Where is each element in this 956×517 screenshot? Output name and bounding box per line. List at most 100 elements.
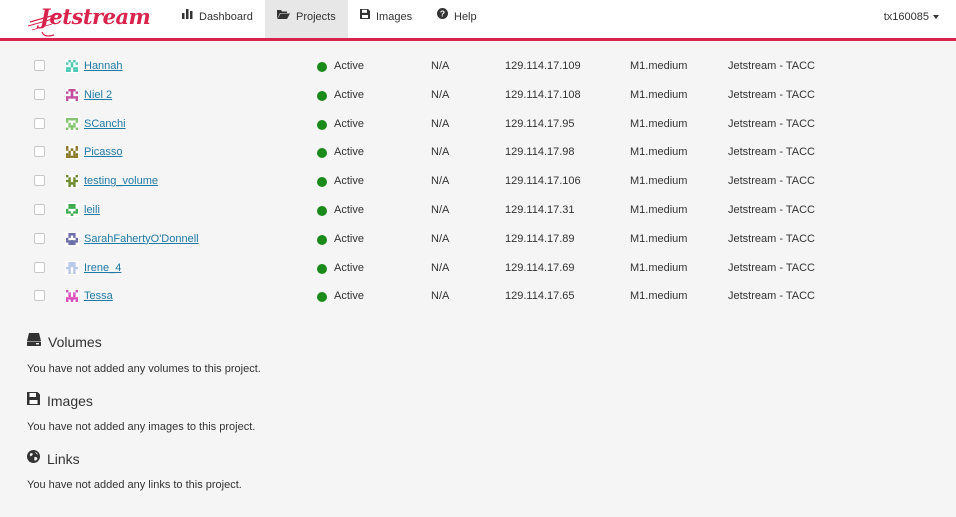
instance-provider: Jetstream - TACC <box>728 204 815 216</box>
volumes-heading: Volumes <box>27 333 102 351</box>
instance-name-link[interactable]: Tessa <box>84 290 113 302</box>
instance-row: SCanchi Active N/A 129.114.17.95 M1.medium Je… <box>0 116 956 148</box>
nav-help-label: Help <box>454 11 477 23</box>
instance-status: Active <box>334 146 364 159</box>
status-active-dot-icon <box>317 62 327 72</box>
instance-ip-address: 129.114.17.95 <box>505 117 575 130</box>
instance-provider: Jetstream - TACC <box>728 290 815 303</box>
row-select-checkbox[interactable] <box>34 290 45 302</box>
instance-status: Active <box>334 261 364 274</box>
nav-dashboard-label: Dashboard <box>199 11 253 23</box>
instance-name-link[interactable]: Irene_4 <box>84 262 121 274</box>
instance-ip-address: 129.114.17.69 <box>505 261 575 274</box>
instance-provider: Jetstream - TACC <box>728 232 815 245</box>
instance-identicon-icon <box>65 145 79 160</box>
row-select-checkbox[interactable] <box>34 232 45 244</box>
status-active-dot-icon <box>317 263 327 274</box>
status-active-dot-icon <box>317 148 327 159</box>
row-select-checkbox[interactable] <box>34 117 45 129</box>
instance-size: M1.medium <box>630 261 688 274</box>
instance-identicon-icon <box>65 59 79 73</box>
instance-status: Active <box>334 117 364 130</box>
instance-ipv6: N/A <box>431 146 450 159</box>
instance-ipv6: N/A <box>431 232 450 245</box>
status-active-dot-icon <box>317 206 327 216</box>
row-select-checkbox[interactable] <box>34 261 45 273</box>
instance-size: M1.medium <box>630 60 688 72</box>
volumes-empty-message: You have not added any volumes to this p… <box>27 363 261 375</box>
instance-ip-address: 129.114.17.109 <box>505 60 581 72</box>
instance-row: leili Active N/A 129.114.17.31 M1.medium Jets… <box>0 203 956 234</box>
row-select-checkbox[interactable] <box>34 88 45 100</box>
user-menu-dropdown[interactable]: tx160085 <box>884 0 939 38</box>
instance-provider: Jetstream - TACC <box>728 146 815 159</box>
status-active-dot-icon <box>317 177 327 188</box>
instance-name-link[interactable]: Hannah <box>84 60 123 72</box>
instance-ipv6: N/A <box>431 290 450 303</box>
instance-identicon-icon <box>65 289 79 304</box>
instance-provider: Jetstream - TACC <box>728 60 815 72</box>
images-heading: Images <box>27 392 93 410</box>
nav-projects[interactable]: Projects <box>265 0 348 38</box>
instance-status: Active <box>334 290 364 303</box>
row-select-checkbox[interactable] <box>34 175 45 187</box>
instance-status: Active <box>334 88 364 101</box>
instance-name-link[interactable]: Niel 2 <box>84 89 112 101</box>
instance-ipv6: N/A <box>431 175 450 188</box>
instance-row: Picasso Active N/A 129.114.17.98 M1.medium Je… <box>0 145 956 176</box>
instance-row: Tessa Active N/A 129.114.17.65 M1.medium Jets… <box>0 289 956 320</box>
instance-name-link[interactable]: SCanchi <box>84 118 126 130</box>
nav-help[interactable]: ? Help <box>437 0 477 38</box>
instance-provider: Jetstream - TACC <box>728 261 815 274</box>
links-title: Links <box>47 451 80 467</box>
instance-status: Active <box>334 232 364 245</box>
instance-provider: Jetstream - TACC <box>728 175 815 188</box>
folder-open-icon <box>277 0 290 33</box>
instance-row: Niel 2 Active N/A 129.114.17.108 M1.medium Je… <box>0 87 956 119</box>
jetstream-logo[interactable]: Jetstream <box>28 2 151 37</box>
nav-dashboard[interactable]: Dashboard <box>182 0 253 38</box>
instance-size: M1.medium <box>630 117 688 130</box>
instance-ipv6: N/A <box>431 117 450 130</box>
instance-ipv6: N/A <box>431 88 450 101</box>
question-circle-icon: ? <box>437 0 448 33</box>
instance-ip-address: 129.114.17.31 <box>505 204 575 216</box>
instance-identicon-icon <box>65 260 79 275</box>
svg-text:?: ? <box>440 9 445 19</box>
instance-ip-address: 129.114.17.106 <box>505 175 581 188</box>
instance-identicon-icon <box>65 231 79 246</box>
instance-size: M1.medium <box>630 204 688 216</box>
row-select-checkbox[interactable] <box>34 204 45 215</box>
instance-name-link[interactable]: Picasso <box>84 146 123 158</box>
instance-identicon-icon <box>65 203 79 217</box>
links-empty-message: You have not added any links to this pro… <box>27 479 242 491</box>
images-title: Images <box>47 393 93 409</box>
instance-size: M1.medium <box>630 88 688 101</box>
globe-icon <box>27 450 40 466</box>
row-select-checkbox[interactable] <box>34 146 45 158</box>
row-select-checkbox[interactable] <box>34 60 45 71</box>
floppy-icon <box>27 392 40 408</box>
top-navbar: Jetstream Dashboard Projects Images ? He… <box>0 0 956 41</box>
instance-name-link[interactable]: testing_volume <box>84 175 158 187</box>
instance-ip-address: 129.114.17.98 <box>505 146 575 159</box>
instance-size: M1.medium <box>630 232 688 245</box>
instance-provider: Jetstream - TACC <box>728 117 815 130</box>
nav-projects-label: Projects <box>296 11 336 23</box>
instance-provider: Jetstream - TACC <box>728 88 815 101</box>
instance-ipv6: N/A <box>431 60 450 72</box>
instance-ipv6: N/A <box>431 261 450 274</box>
instance-name-link[interactable]: SarahFahertyO'Donnell <box>84 233 199 245</box>
nav-images-label: Images <box>376 11 413 23</box>
brand-name: Jetstream <box>40 4 151 29</box>
instance-row: Irene_4 Active N/A 129.114.17.69 M1.medium Je… <box>0 260 956 292</box>
nav-images[interactable]: Images <box>360 0 412 38</box>
instance-ip-address: 129.114.17.89 <box>505 232 575 245</box>
instance-identicon-icon <box>65 174 79 189</box>
instance-name-link[interactable]: leili <box>84 204 100 216</box>
instance-size: M1.medium <box>630 146 688 159</box>
instance-ip-address: 129.114.17.65 <box>505 290 575 303</box>
instance-size: M1.medium <box>630 175 688 188</box>
username: tx160085 <box>883 11 929 23</box>
hdd-icon <box>27 333 41 349</box>
